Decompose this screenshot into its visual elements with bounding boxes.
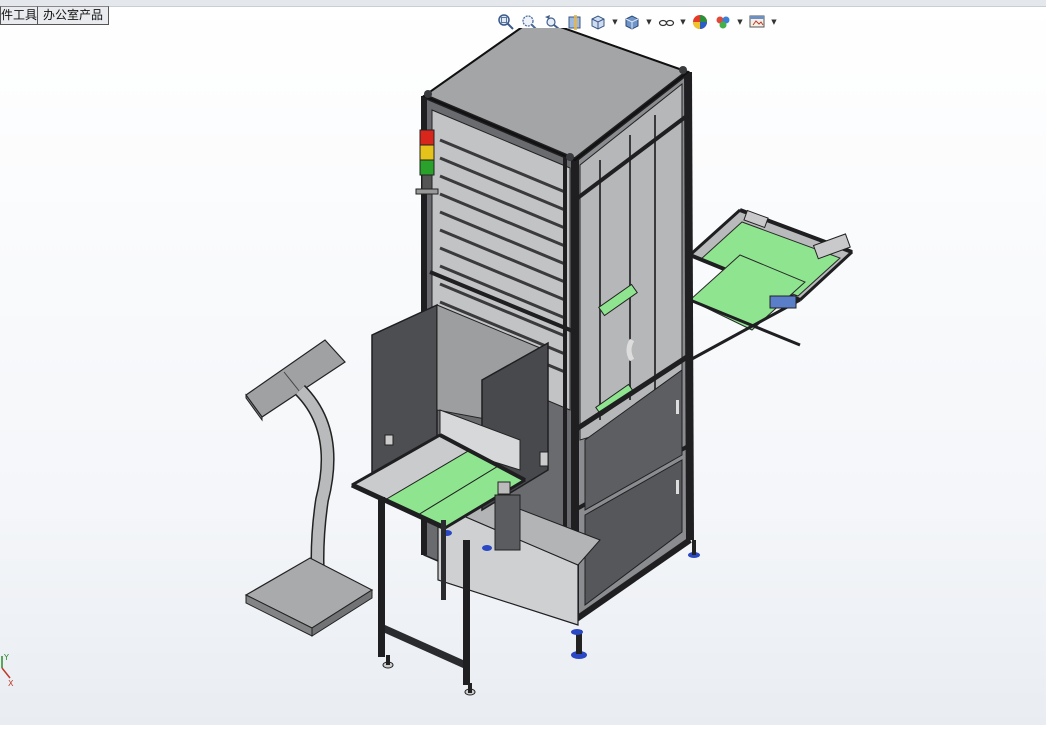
- tab-tools[interactable]: 件工具: [0, 6, 38, 25]
- loading-station: [350, 303, 549, 696]
- command-manager-tabs: 件工具 办公室产品: [0, 6, 110, 25]
- window-top-border: [0, 0, 1046, 7]
- tab-office-products[interactable]: 办公室产品: [38, 6, 110, 25]
- machine-model: [244, 16, 854, 696]
- triad-x-label: X: [8, 679, 14, 688]
- coordinate-triad: Y X: [0, 648, 16, 688]
- right-conveyor: [688, 208, 854, 362]
- triad-y-label: Y: [3, 653, 9, 662]
- graphics-area[interactable]: [0, 16, 1046, 725]
